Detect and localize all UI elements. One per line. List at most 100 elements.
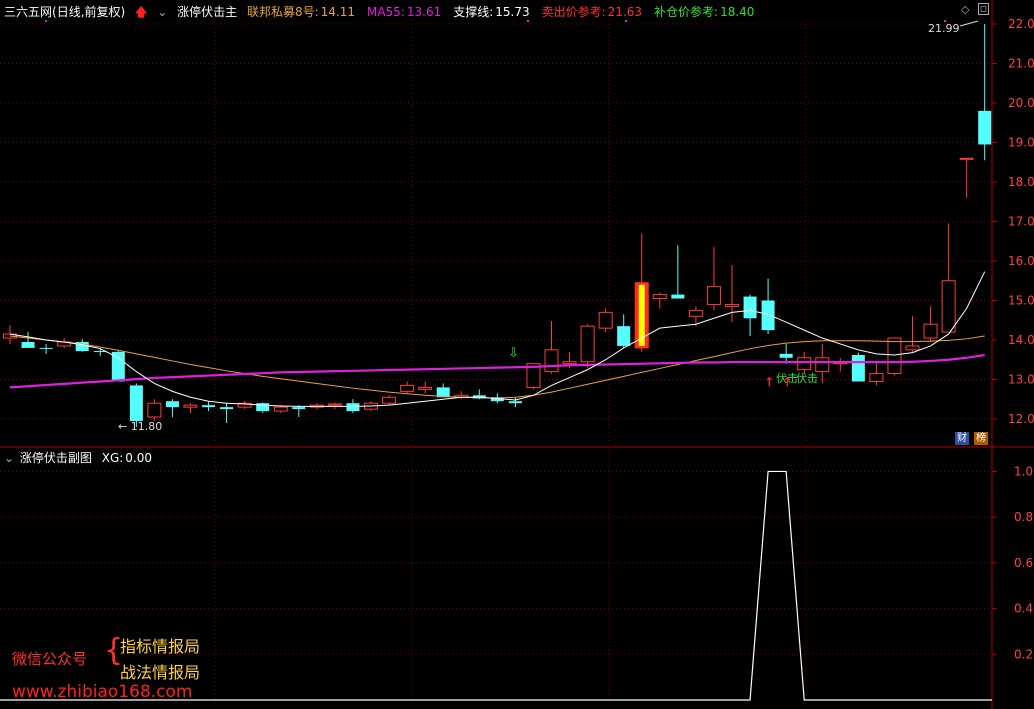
ranking-tag[interactable]: 榜 xyxy=(974,432,988,445)
price-tick-label: 21.00 xyxy=(1008,57,1034,71)
price-tick-label: 18.00 xyxy=(1008,175,1034,189)
candle xyxy=(237,401,252,410)
indicator-item-0: 联邦私募8号: 14.11 xyxy=(247,5,361,19)
candle xyxy=(382,395,397,406)
candle-body xyxy=(743,296,757,319)
indicator-name[interactable]: 涨停伏击主 xyxy=(177,5,237,19)
high-price-label: 21.99 xyxy=(928,22,960,35)
candle xyxy=(779,343,793,364)
candle xyxy=(39,343,53,354)
candle-body xyxy=(671,294,685,299)
candle-body xyxy=(562,361,577,365)
sub-tick-label: 0.60 xyxy=(1014,556,1034,570)
candle xyxy=(959,157,974,198)
candle-body xyxy=(400,384,415,392)
candle xyxy=(580,324,595,368)
signal-label-2: 伏击 xyxy=(796,372,818,385)
candle-body xyxy=(327,403,342,406)
candle-body xyxy=(129,385,143,421)
candle-body xyxy=(923,323,938,339)
candle xyxy=(833,357,848,372)
indicator-item-value: 18.40 xyxy=(720,5,755,19)
candle xyxy=(617,314,631,348)
candle-body xyxy=(688,309,703,317)
indicator-item-label: MA55: xyxy=(366,5,405,19)
candle-body xyxy=(147,402,162,418)
main-chart-layer: ↑ ↑ xyxy=(3,20,992,427)
candle-body xyxy=(779,353,793,358)
sub-tick-label: 0.40 xyxy=(1014,602,1034,616)
price-tick-label: 19.00 xyxy=(1008,136,1034,150)
sub-tick-label: 0.20 xyxy=(1014,647,1034,661)
watermark-name-2: 战法情报局 xyxy=(120,663,201,682)
candle xyxy=(220,403,234,423)
candle-body xyxy=(382,396,397,404)
indicator-item-label: 卖出价参考: xyxy=(541,5,606,19)
price-tick-label: 12.00 xyxy=(1008,412,1034,426)
window-toggle-icon[interactable]: ▫ xyxy=(978,3,989,15)
candle xyxy=(165,399,179,418)
candle-body xyxy=(706,286,721,305)
price-tick-label: 16.00 xyxy=(1008,254,1034,268)
candle xyxy=(905,316,920,352)
candle-body xyxy=(202,405,216,408)
red-up-arrow-icon: 🡅 xyxy=(135,5,148,19)
indicator-item-value: 21.63 xyxy=(607,5,643,19)
indicator-item-2: 支撑线: 15.73 xyxy=(453,5,535,19)
dropdown-circle-icon[interactable]: ⌄ xyxy=(157,5,167,19)
indicator-item-label: 补仓价参考: xyxy=(654,5,719,19)
watermark-wechat: 微信公众号 xyxy=(12,650,88,668)
candle xyxy=(598,308,613,333)
sub-indicator-name[interactable]: 涨停伏击副图 xyxy=(20,451,92,465)
candle-body xyxy=(978,110,992,145)
candle xyxy=(183,403,198,414)
stock-name[interactable]: 三六五网 xyxy=(4,5,52,19)
candle-body xyxy=(111,351,125,382)
sub-chart-header: ⌄ 涨停伏击副图 XG: 0.00 xyxy=(4,449,158,466)
candle-body xyxy=(544,349,559,373)
candle xyxy=(761,278,775,335)
indicator-item-1: MA55: 13.61 xyxy=(367,5,447,19)
candle-body xyxy=(887,337,902,375)
candle-body xyxy=(183,404,198,408)
price-tick-label: 22.00 xyxy=(1008,17,1034,31)
xg-label: XG: xyxy=(101,451,124,465)
dropdown-circle-icon[interactable]: ⌄ xyxy=(4,451,14,465)
price-tick-label: 14.00 xyxy=(1008,333,1034,347)
candle xyxy=(400,381,415,394)
candle-body xyxy=(21,341,35,348)
candle-body xyxy=(418,386,433,390)
candle-body xyxy=(905,345,920,351)
indicator-item-3: 卖出价参考: 21.63 xyxy=(542,5,648,19)
watermark-url[interactable]: www.zhibiao168.com xyxy=(12,682,192,702)
candle xyxy=(418,381,433,394)
indicator-item-4: 补仓价参考: 18.40 xyxy=(654,5,760,19)
candle-body xyxy=(220,407,234,410)
candle xyxy=(851,352,865,382)
buy-down-arrow-icon: ⇩ xyxy=(508,346,519,361)
candle-body xyxy=(39,347,53,349)
candle xyxy=(706,247,721,311)
price-tick-label: 17.00 xyxy=(1008,215,1034,229)
candle xyxy=(869,361,884,386)
ma55-magenta-line xyxy=(9,353,985,389)
candle-body xyxy=(580,325,595,363)
candle-body xyxy=(598,311,613,329)
candle xyxy=(202,401,216,412)
candle xyxy=(887,337,902,376)
finance-tag[interactable]: 财 xyxy=(955,432,969,445)
chart-mode: (日线,前复权) xyxy=(52,5,126,19)
indicator-item-label: 支撑线: xyxy=(453,5,494,19)
candle-body xyxy=(346,403,360,412)
sub-tick-label: 1.00 xyxy=(1014,464,1034,478)
candle xyxy=(923,306,938,342)
indicator-item-label: 联邦私募8号: xyxy=(246,5,319,19)
candle-body xyxy=(959,157,974,160)
price-tick-label: 20.00 xyxy=(1008,96,1034,110)
candle xyxy=(256,402,270,414)
diamond-icon[interactable]: ◇ xyxy=(961,3,969,16)
candle xyxy=(327,402,342,410)
low-price-label: ← 11.80 xyxy=(118,420,163,433)
price-tick-label: 13.00 xyxy=(1008,373,1034,387)
high-pointer-line xyxy=(959,20,979,27)
